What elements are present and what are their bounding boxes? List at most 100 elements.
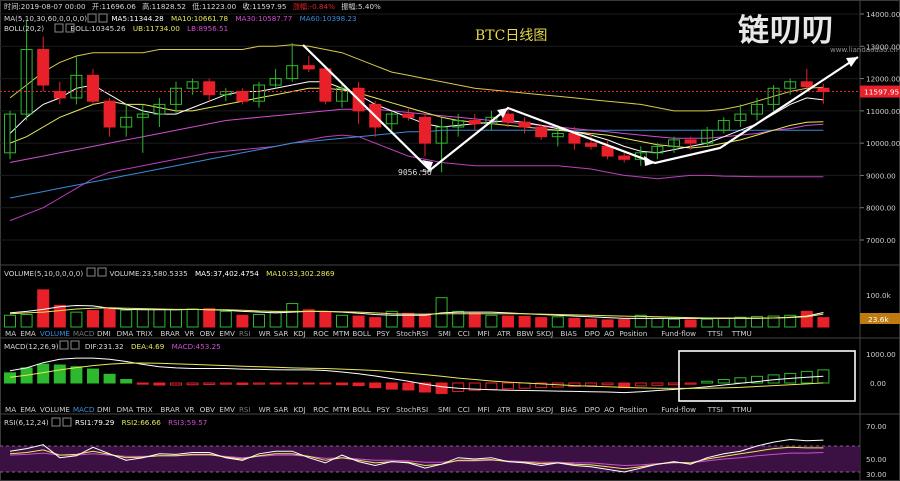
macd-settings-icon[interactable] <box>59 340 69 350</box>
indicator-tab-ao[interactable]: AO <box>604 329 615 338</box>
indicator-tab-bias[interactable]: BIAS <box>560 329 577 338</box>
indicator-tab-position[interactable]: Position <box>619 405 647 414</box>
indicator-tab-volume[interactable]: VOLUME <box>40 405 71 414</box>
indicator-tab-ttsi[interactable]: TTSI <box>707 405 723 414</box>
indicator-tab-rsi[interactable]: RSI <box>239 405 251 414</box>
indicator-tab-ttmu[interactable]: TTMU <box>731 329 752 338</box>
indicator-tab-macd[interactable]: MACD <box>73 329 95 338</box>
candle-body[interactable] <box>618 155 631 160</box>
indicator-tab-skdj[interactable]: SKDJ <box>536 329 553 338</box>
ma-header: MA(5,10,30,60,0,0,0,0) MA5:11344.28 MA10… <box>4 14 357 23</box>
indicator-tab-atr[interactable]: ATR <box>497 405 511 414</box>
indicator-tab-fund-flow[interactable]: Fund-flow <box>661 405 696 414</box>
btc-chart[interactable]: 14000.0013000.0012000.0011000.0010000.00… <box>0 0 900 481</box>
indicator-tab-mtm[interactable]: MTM <box>333 405 350 414</box>
candle-body[interactable] <box>37 49 50 86</box>
indicator-tab-brar[interactable]: BRAR <box>160 329 180 338</box>
candle-body[interactable] <box>53 90 66 99</box>
candle-body[interactable] <box>87 74 99 102</box>
indicator-tab-obv[interactable]: OBV <box>200 329 215 338</box>
indicator-tab-roc[interactable]: ROC <box>313 329 329 338</box>
candle-body[interactable] <box>468 120 481 125</box>
price-tick-label: 9000.00 <box>866 171 896 180</box>
indicator-tab-dpo[interactable]: DPO <box>585 329 601 338</box>
indicator-tab-kdj[interactable]: KDJ <box>293 405 305 414</box>
macd-close-icon[interactable] <box>70 340 80 350</box>
candle-body[interactable] <box>684 139 697 144</box>
indicator-tab-ao[interactable]: AO <box>604 405 615 414</box>
candle-body[interactable] <box>236 90 249 102</box>
volume-bar <box>618 319 631 328</box>
candle-body[interactable] <box>585 142 597 147</box>
indicator-tab-dmi[interactable]: DMI <box>97 405 111 414</box>
indicator-tab-stochrsi[interactable]: StochRSI <box>396 405 428 414</box>
indicator-tab-stochrsi[interactable]: StochRSI <box>396 329 428 338</box>
indicator-tab-vr[interactable]: VR <box>184 329 194 338</box>
indicator-tab-wr[interactable]: WR <box>259 405 271 414</box>
candle-body[interactable] <box>203 81 216 96</box>
indicator-tab-smi[interactable]: SMI <box>438 405 451 414</box>
indicator-tab-ttsi[interactable]: TTSI <box>707 329 723 338</box>
indicator-tab-brar[interactable]: BRAR <box>160 405 180 414</box>
candle-body[interactable] <box>103 100 116 128</box>
indicator-tab-bbw[interactable]: BBW <box>517 405 534 414</box>
indicator-tab-rsi[interactable]: RSI <box>239 329 251 338</box>
indicator-tab-ttmu[interactable]: TTMU <box>731 405 752 414</box>
volume-close-icon[interactable] <box>97 267 107 277</box>
indicator-tab-sar[interactable]: SAR <box>274 405 289 414</box>
volume-settings-icon[interactable] <box>86 267 96 277</box>
indicator-tab-cci[interactable]: CCI <box>458 405 470 414</box>
indicator-tab-ema[interactable]: EMA <box>20 405 36 414</box>
indicator-tab-atr[interactable]: ATR <box>497 329 511 338</box>
rsi-close-icon[interactable] <box>62 417 72 427</box>
boll-settings-icon[interactable] <box>54 23 64 33</box>
indicator-tab-vr[interactable]: VR <box>184 405 194 414</box>
indicator-tab-psy[interactable]: PSY <box>377 329 391 338</box>
indicator-tab-dma[interactable]: DMA <box>117 329 134 338</box>
indicator-tab-bias[interactable]: BIAS <box>560 405 577 414</box>
indicator-tab-emv[interactable]: EMV <box>219 329 235 338</box>
indicator-tab-obv[interactable]: OBV <box>200 405 215 414</box>
indicator-tab-dmi[interactable]: DMI <box>97 329 111 338</box>
indicator-tab-psy[interactable]: PSY <box>377 405 391 414</box>
candle-body[interactable] <box>419 116 431 144</box>
indicator-tab-macd[interactable]: MACD <box>73 405 95 414</box>
rsi-settings-icon[interactable] <box>51 417 61 427</box>
candle-body[interactable] <box>402 113 415 118</box>
candle-body[interactable] <box>518 121 531 128</box>
indicator-tab-mfi[interactable]: MFI <box>477 329 489 338</box>
candle-body[interactable] <box>319 68 332 102</box>
ma-close-icon[interactable] <box>98 13 108 23</box>
candle-body[interactable] <box>817 87 830 93</box>
indicator-tab-bbw[interactable]: BBW <box>517 329 534 338</box>
indicator-tab-kdj[interactable]: KDJ <box>293 329 305 338</box>
indicator-tab-smi[interactable]: SMI <box>438 329 451 338</box>
indicator-tab-volume[interactable]: VOLUME <box>40 329 71 338</box>
indicator-tab-skdj[interactable]: SKDJ <box>536 405 553 414</box>
candlestick-series[interactable] <box>4 20 830 173</box>
indicator-tab-ma[interactable]: MA <box>5 405 16 414</box>
indicator-tab-mfi[interactable]: MFI <box>477 405 489 414</box>
indicator-tab-boll[interactable]: BOLL <box>352 329 370 338</box>
indicator-tab-dpo[interactable]: DPO <box>585 405 601 414</box>
indicator-tab-boll[interactable]: BOLL <box>352 405 370 414</box>
indicator-tab-wr[interactable]: WR <box>259 329 271 338</box>
indicator-tab-ma[interactable]: MA <box>5 329 16 338</box>
indicator-tab-roc[interactable]: ROC <box>313 405 329 414</box>
candle-body[interactable] <box>535 126 548 138</box>
indicator-tab-cci[interactable]: CCI <box>458 329 470 338</box>
candle-body[interactable] <box>800 81 813 88</box>
indicator-tabs-volume[interactable]: MA EMA VOLUME MACD DMI DMA TRIX BRAR VR OBV EMV RSI… <box>5 329 752 338</box>
indicator-tab-mtm[interactable]: MTM <box>333 329 350 338</box>
indicator-tab-fund-flow[interactable]: Fund-flow <box>661 329 696 338</box>
indicator-tab-dma[interactable]: DMA <box>117 405 134 414</box>
indicator-tabs-macd[interactable]: MA EMA VOLUME MACD DMI DMA TRIX BRAR VR OBV EMV RSI… <box>5 405 752 414</box>
indicator-tab-trix[interactable]: TRIX <box>135 405 153 414</box>
indicator-tab-emv[interactable]: EMV <box>219 405 235 414</box>
indicator-tab-ema[interactable]: EMA <box>20 329 36 338</box>
macd-axis-zero: 0.00 <box>870 379 886 388</box>
indicator-tab-sar[interactable]: SAR <box>274 329 289 338</box>
indicator-tab-trix[interactable]: TRIX <box>135 329 153 338</box>
candle-body[interactable] <box>302 65 315 70</box>
indicator-tab-position[interactable]: Position <box>619 329 647 338</box>
